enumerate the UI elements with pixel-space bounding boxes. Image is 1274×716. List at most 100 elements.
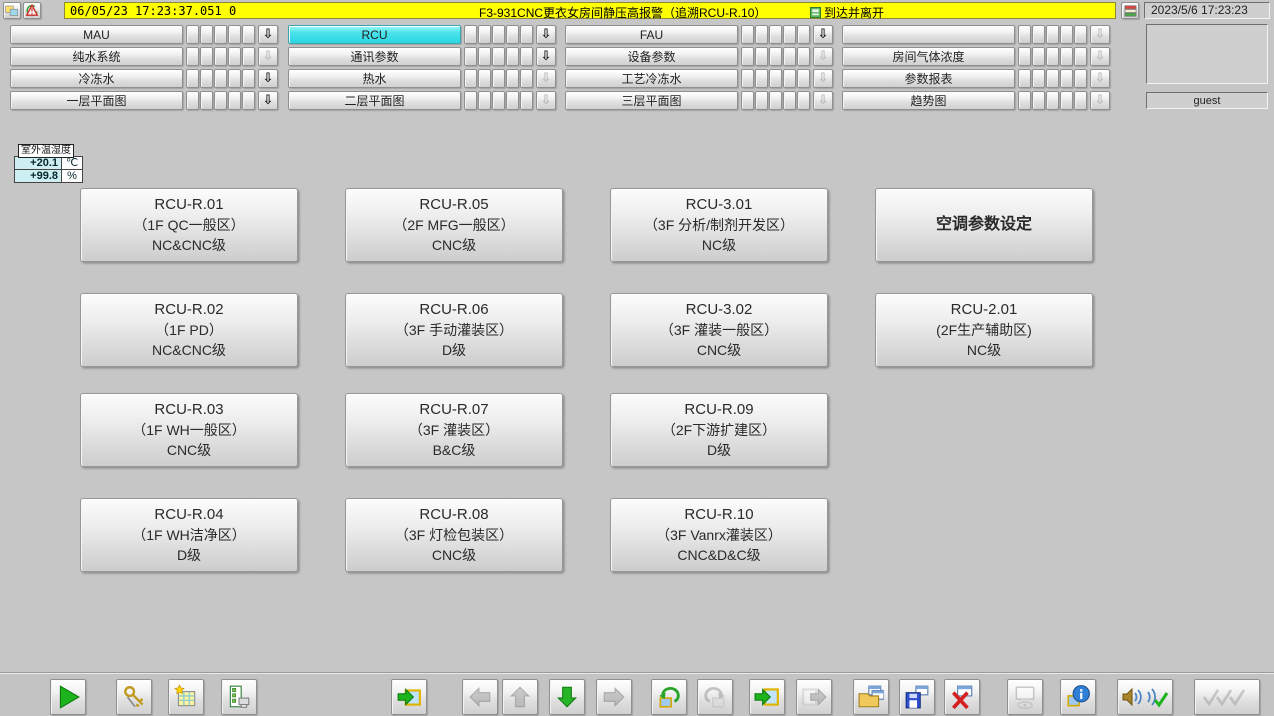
key-icon — [121, 684, 147, 710]
nav-alarm-slots — [740, 69, 810, 88]
nav-button-purified-water[interactable]: 纯水系统 — [10, 47, 183, 66]
nav-button-blank[interactable] — [842, 25, 1015, 44]
arrow-into-picture-icon — [396, 684, 422, 710]
rcu-r09-button[interactable]: RCU-R.09（2F下游扩建区）D级 — [610, 393, 828, 467]
rcu-r01-button[interactable]: RCU-R.01（1F QC一般区）NC&CNC级 — [80, 188, 298, 262]
report-icon — [226, 684, 252, 710]
rcu-r02-button[interactable]: RCU-R.02（1F PD）NC&CNC级 — [80, 293, 298, 367]
rcu-302-button[interactable]: RCU-3.02（3F 灌装一般区）CNC级 — [610, 293, 828, 367]
nav-expand-floor1-plan-arrow-icon[interactable]: ⇩ — [258, 91, 278, 110]
jump-in-button[interactable] — [749, 679, 785, 715]
nav-expand-chilled-water-arrow-icon[interactable]: ⇩ — [258, 69, 278, 88]
nav-alarm-slots — [185, 91, 255, 110]
undo-picture-button[interactable] — [651, 679, 687, 715]
nav-button-trend-chart[interactable]: 趋势图 — [842, 91, 1015, 110]
outdoor-humidity-value: +99.8 — [15, 170, 62, 183]
nav-expand-fau-arrow-icon[interactable]: ⇩ — [813, 25, 833, 44]
nav-button-comm-params[interactable]: 通讯参数 — [288, 47, 461, 66]
speaker-check-icon — [1121, 684, 1169, 710]
nav-expand-hot-water-arrow-icon[interactable]: ⇩ — [536, 69, 556, 88]
rcu-r07-button[interactable]: RCU-R.07（3F 灌装区）B&C级 — [345, 393, 563, 467]
nav-button-floor1-plan[interactable]: 一层平面图 — [10, 91, 183, 110]
current-user-label: guest — [1146, 92, 1268, 109]
rcu-r10-button[interactable]: RCU-R.10（3F Vanrx灌装区）CNC&D&C级 — [610, 498, 828, 572]
nav-button-chilled-water[interactable]: 冷冻水 — [10, 69, 183, 88]
arrow-left-icon — [467, 684, 493, 710]
audio-ack-button[interactable] — [1117, 679, 1173, 715]
outdoor-temp-value: +20.1 — [15, 157, 62, 170]
save-picture-button[interactable] — [899, 679, 935, 715]
picture-into-button[interactable] — [391, 679, 427, 715]
picture-window-button[interactable] — [3, 2, 21, 19]
nav-expand-floor3-plan-arrow-icon[interactable]: ⇩ — [813, 91, 833, 110]
open-picture-button[interactable] — [853, 679, 889, 715]
nav-button-param-report[interactable]: 参数报表 — [842, 69, 1015, 88]
nav-button-rcu[interactable]: RCU — [288, 25, 461, 44]
outdoor-temp-unit: ℃ — [62, 157, 83, 170]
delete-picture-button[interactable] — [944, 679, 980, 715]
nav-expand-device-params-arrow-icon[interactable]: ⇩ — [813, 47, 833, 66]
rcu-r03-button[interactable]: RCU-R.03（1F WH一般区）CNC级 — [80, 393, 298, 467]
key-login-button[interactable] — [116, 679, 152, 715]
alarm-ack-button[interactable] — [23, 2, 41, 19]
nav-button-hot-water[interactable]: 热水 — [288, 69, 461, 88]
nav-expand-process-chilled-water-arrow-icon[interactable]: ⇩ — [813, 69, 833, 88]
redo-icon — [702, 684, 728, 710]
nav-right-button[interactable] — [596, 679, 632, 715]
run-button[interactable] — [50, 679, 86, 715]
nav-expand-rcu-arrow-icon[interactable]: ⇩ — [536, 25, 556, 44]
nav-expand-floor2-plan-arrow-icon[interactable]: ⇩ — [536, 91, 556, 110]
nav-expand-trend-chart-arrow-icon[interactable]: ⇩ — [1090, 91, 1110, 110]
nav-expand-mau-arrow-icon[interactable]: ⇩ — [258, 25, 278, 44]
arrow-up-icon — [507, 684, 533, 710]
rcu-r04-button[interactable]: RCU-R.04（1F WH洁净区）D级 — [80, 498, 298, 572]
redo-picture-button[interactable] — [697, 679, 733, 715]
nav-button-mau[interactable]: MAU — [10, 25, 183, 44]
nav-expand-param-report-arrow-icon[interactable]: ⇩ — [1090, 69, 1110, 88]
arrow-out-of-frame-icon — [801, 684, 827, 710]
nav-expand-purified-water-arrow-icon[interactable]: ⇩ — [258, 47, 278, 66]
nav-expand-comm-params-arrow-icon[interactable]: ⇩ — [536, 47, 556, 66]
nav-alarm-slots — [740, 91, 810, 110]
nav-alarm-slots — [1017, 69, 1087, 88]
ack-all-button[interactable] — [1194, 679, 1260, 715]
info-button[interactable] — [1060, 679, 1096, 715]
play-icon — [55, 684, 81, 710]
nav-down-button[interactable] — [549, 679, 585, 715]
nav-button-process-chilled-water[interactable]: 工艺冷冻水 — [565, 69, 738, 88]
nav-expand-blank-arrow-icon[interactable]: ⇩ — [1090, 25, 1110, 44]
nav-left-button[interactable] — [462, 679, 498, 715]
report-button[interactable] — [221, 679, 257, 715]
monitor-eye-icon — [1012, 684, 1038, 710]
nav-button-room-gas[interactable]: 房间气体浓度 — [842, 47, 1015, 66]
monitor-view-button[interactable] — [1007, 679, 1043, 715]
alarm-list-button[interactable] — [1121, 2, 1139, 19]
alarm-state-icon — [810, 7, 821, 18]
multi-check-icon — [1200, 684, 1254, 710]
jump-out-button[interactable] — [796, 679, 832, 715]
nav-button-fau[interactable]: FAU — [565, 25, 738, 44]
nav-button-floor3-plan[interactable]: 三层平面图 — [565, 91, 738, 110]
rcu-201-button[interactable]: RCU-2.01(2F生产辅助区)NC级 — [875, 293, 1093, 367]
new-picture-button[interactable] — [168, 679, 204, 715]
outdoor-label: 室外温湿度 — [18, 144, 74, 158]
nav-alarm-slots — [1017, 91, 1087, 110]
rcu-r08-button[interactable]: RCU-R.08（3F 灯检包装区）CNC级 — [345, 498, 563, 572]
rcu-r05-button[interactable]: RCU-R.05（2F MFG一般区）CNC级 — [345, 188, 563, 262]
nav-alarm-slots — [740, 47, 810, 66]
nav-expand-room-gas-arrow-icon[interactable]: ⇩ — [1090, 47, 1110, 66]
rcu-301-button[interactable]: RCU-3.01（3F 分析/制剂开发区）NC级 — [610, 188, 828, 262]
nav-up-button[interactable] — [502, 679, 538, 715]
nav-alarm-slots — [463, 25, 533, 44]
nav-button-device-params[interactable]: 设备参数 — [565, 47, 738, 66]
rcu-r06-button[interactable]: RCU-R.06（3F 手动灌装区）D级 — [345, 293, 563, 367]
save-floppy-icon — [904, 684, 930, 710]
nav-button-floor2-plan[interactable]: 二层平面图 — [288, 91, 461, 110]
alarm-line[interactable]: 06/05/23 17:23:37.051 0 F3-931CNC更衣女房间静压… — [64, 2, 1116, 19]
arrow-down-icon — [554, 684, 580, 710]
hvac-settings-button[interactable]: 空调参数设定 — [875, 188, 1093, 262]
nav-alarm-slots — [185, 69, 255, 88]
nav-alarm-slots — [463, 69, 533, 88]
alarm-list-icon — [1124, 5, 1137, 17]
picture-window-icon — [5, 4, 19, 17]
